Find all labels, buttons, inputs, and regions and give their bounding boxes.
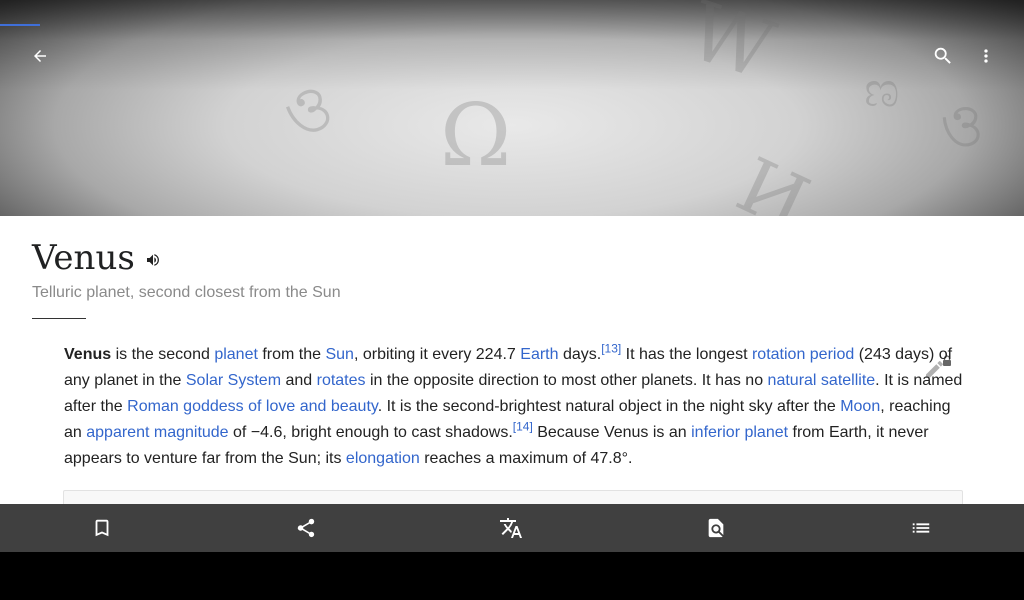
page-title: Venus xyxy=(32,238,135,278)
paragraph-text: of −4.6, bright enough to cast shadows. xyxy=(228,424,513,441)
reference-14[interactable]: [14] xyxy=(513,420,533,434)
puzzle-glyph: ও xyxy=(276,69,341,153)
save-bookmark-button[interactable] xyxy=(82,508,122,548)
bookmark-icon xyxy=(95,519,109,537)
paragraph-text: It has the longest xyxy=(621,346,752,363)
bold-term: Venus xyxy=(64,346,112,363)
translate-icon xyxy=(500,518,522,538)
link-natural-satellite[interactable]: natural satellite xyxy=(768,372,876,389)
puzzle-glyph: W xyxy=(677,0,785,98)
paragraph-text: , orbiting it every 224.7 xyxy=(353,346,521,363)
reference-13[interactable]: [13] xyxy=(601,342,621,356)
link-roman-goddess[interactable]: Roman goddess of love and beauty xyxy=(127,398,378,415)
find-in-page-icon xyxy=(708,518,724,538)
paragraph-text: in the opposite direction to most other … xyxy=(365,372,768,389)
link-solar-system[interactable]: Solar System xyxy=(186,372,281,389)
title-divider xyxy=(32,318,86,319)
more-vert-icon xyxy=(984,49,988,63)
loading-progress-bar xyxy=(0,24,40,26)
link-sun[interactable]: Sun xyxy=(325,346,353,363)
link-moon[interactable]: Moon xyxy=(840,398,880,415)
speaker-icon[interactable] xyxy=(145,252,161,268)
contents-button[interactable] xyxy=(901,508,941,548)
paragraph-text: and xyxy=(281,372,317,389)
link-rotation-period[interactable]: rotation period xyxy=(752,346,854,363)
system-nav-area xyxy=(0,552,1024,600)
link-planet[interactable]: planet xyxy=(214,346,258,363)
link-elongation[interactable]: elongation xyxy=(346,450,420,467)
paragraph-text: days. xyxy=(558,346,602,363)
search-button[interactable] xyxy=(923,36,963,76)
lead-image[interactable]: Ω W ও И ও ಣ xyxy=(0,0,1024,216)
share-button[interactable] xyxy=(286,508,326,548)
arrow-back-icon xyxy=(34,50,46,62)
article-content: Venus Telluric planet, second closest fr… xyxy=(0,216,1024,504)
puzzle-glyph: ও xyxy=(940,91,985,161)
link-apparent-magnitude[interactable]: apparent magnitude xyxy=(86,424,228,441)
bottom-toolbar xyxy=(0,504,1024,552)
language-button[interactable] xyxy=(491,508,531,548)
table-of-contents-icon xyxy=(912,523,930,533)
puzzle-glyph: Ω xyxy=(440,86,512,186)
title-row: Venus xyxy=(32,238,161,278)
paragraph-text: is the second xyxy=(111,346,215,363)
lead-paragraph: Venus is the second planet from the Sun,… xyxy=(64,342,964,472)
paragraph-text: . It is the second-brightest natural obj… xyxy=(377,398,841,415)
link-rotates[interactable]: rotates xyxy=(317,372,366,389)
find-in-page-button[interactable] xyxy=(696,508,736,548)
infobox-collapsed[interactable] xyxy=(63,490,963,504)
back-button[interactable] xyxy=(20,36,60,76)
share-icon xyxy=(297,518,315,538)
page-description: Telluric planet, second closest from the… xyxy=(32,284,341,301)
paragraph-text: reaches a maximum of 47.8°. xyxy=(419,450,633,467)
paragraph-text: Because Venus is an xyxy=(532,424,692,441)
link-earth[interactable]: Earth xyxy=(520,346,558,363)
search-icon xyxy=(934,47,951,64)
puzzle-glyph: И xyxy=(724,140,822,216)
puzzle-glyph: ಣ xyxy=(864,60,900,118)
link-inferior-planet[interactable]: inferior planet xyxy=(691,424,788,441)
overflow-menu-button[interactable] xyxy=(966,36,1006,76)
paragraph-text: from the xyxy=(257,346,326,363)
